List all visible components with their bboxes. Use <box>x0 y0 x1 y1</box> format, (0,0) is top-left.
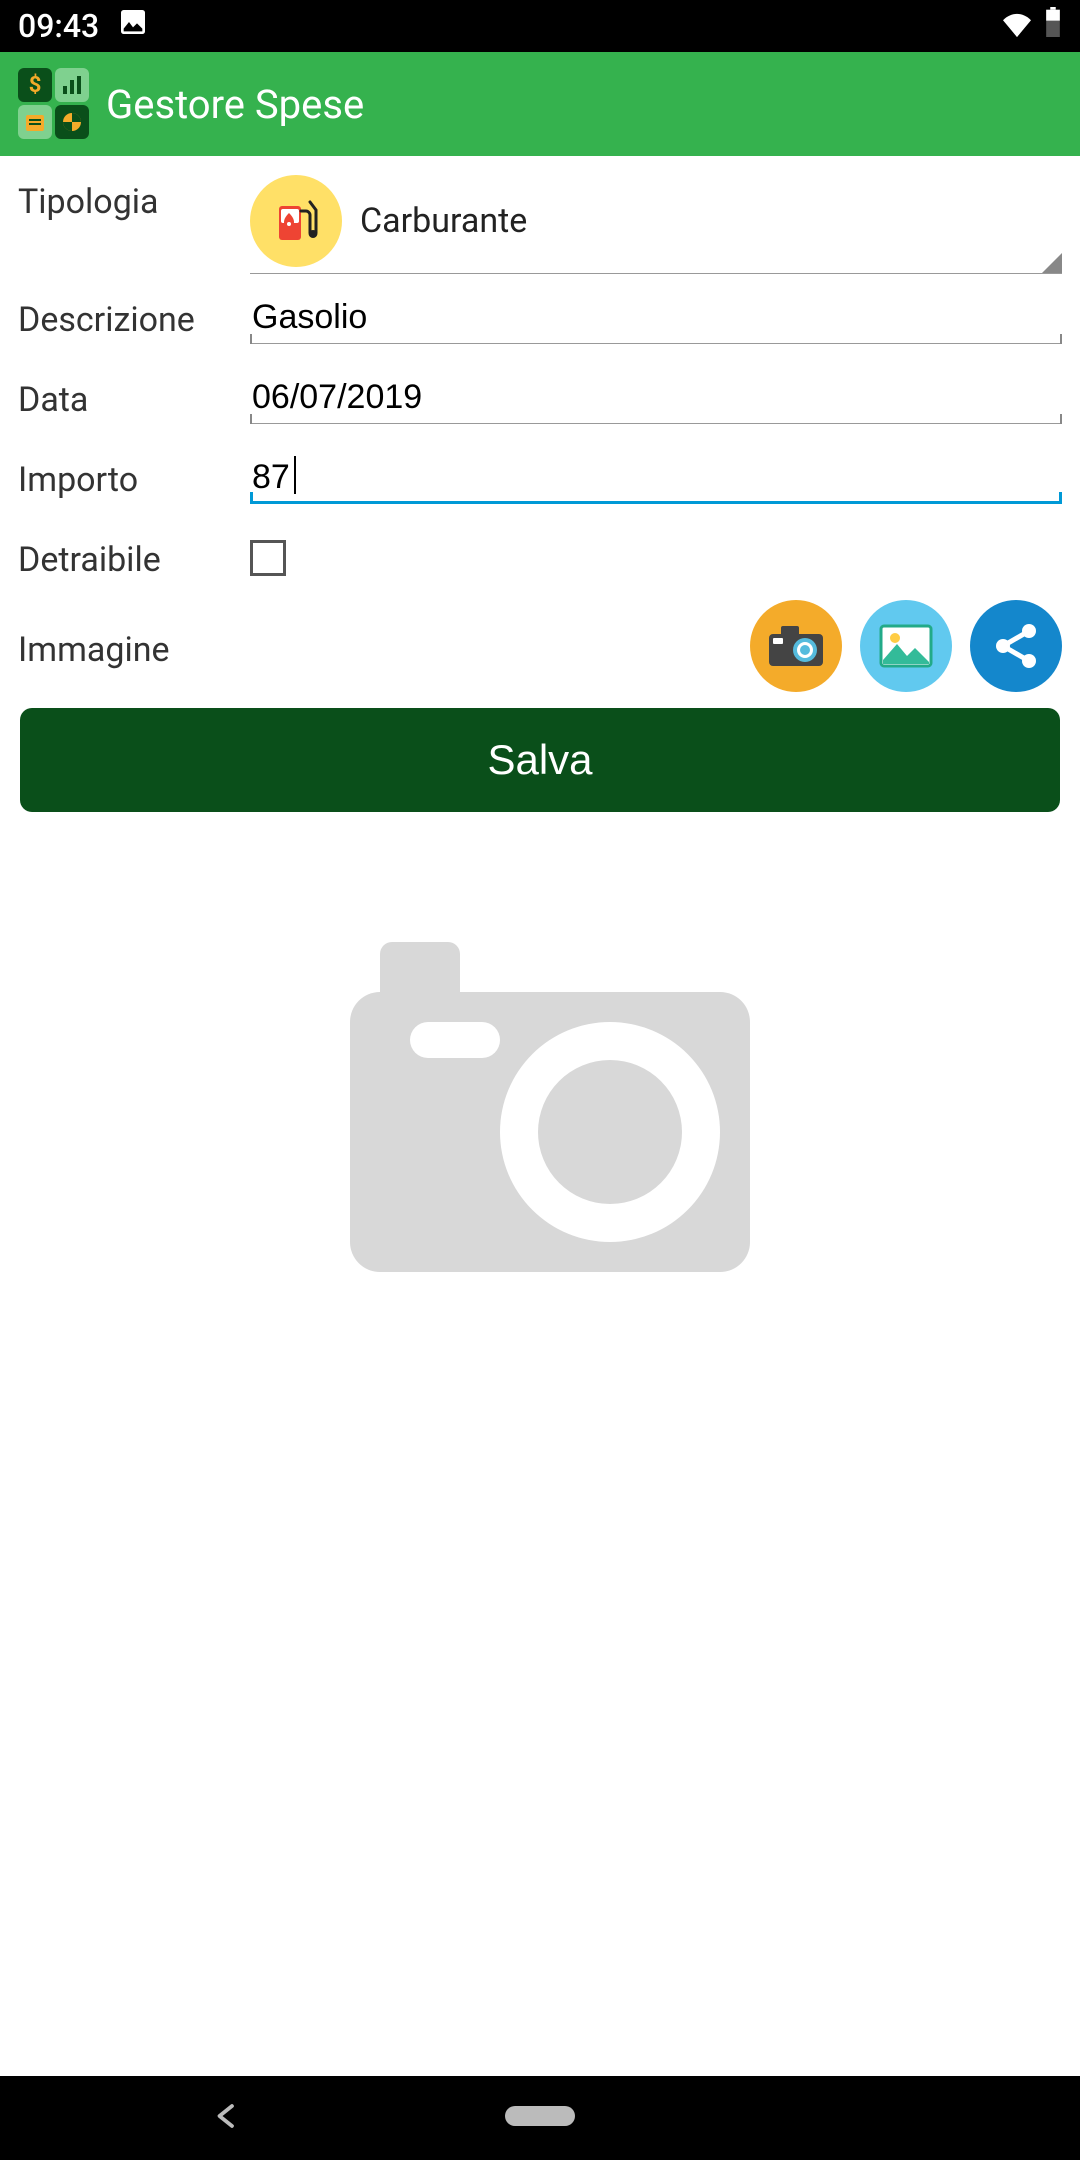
form-content: Tipologia Carburante Descri <box>0 156 1080 2076</box>
share-icon <box>991 621 1041 671</box>
app-icon: $ <box>18 68 90 140</box>
share-button[interactable] <box>970 600 1062 692</box>
app-title: Gestore Spese <box>106 81 364 128</box>
status-time: 09:43 <box>18 7 99 45</box>
status-bar: 09:43 <box>0 0 1080 52</box>
description-label: Descrizione <box>18 292 250 340</box>
gallery-button[interactable] <box>860 600 952 692</box>
camera-button[interactable] <box>750 600 842 692</box>
back-button[interactable] <box>212 2101 242 2135</box>
picture-icon <box>117 6 149 46</box>
navigation-bar <box>0 2076 1080 2160</box>
date-label: Data <box>18 372 250 420</box>
dropdown-indicator-icon <box>1042 253 1062 273</box>
home-button[interactable] <box>505 2106 575 2130</box>
image-label: Immagine <box>18 622 250 670</box>
description-input[interactable] <box>250 292 1062 344</box>
image-placeholder <box>320 922 760 1282</box>
type-select[interactable]: Carburante <box>250 174 1062 274</box>
save-button[interactable]: Salva <box>20 708 1060 812</box>
date-input[interactable] <box>250 372 1062 424</box>
amount-input[interactable] <box>250 452 1062 501</box>
text-cursor <box>294 456 296 494</box>
wifi-icon <box>1000 7 1034 45</box>
deductible-label: Detraibile <box>18 532 250 580</box>
fuel-icon <box>250 175 342 267</box>
type-label: Tipologia <box>18 174 250 222</box>
camera-icon <box>767 624 825 668</box>
gallery-icon <box>879 624 933 668</box>
amount-label: Importo <box>18 452 250 500</box>
deductible-checkbox[interactable] <box>250 540 286 576</box>
type-value: Carburante <box>360 201 527 241</box>
app-bar: $ Gestore Spese <box>0 52 1080 156</box>
battery-icon <box>1044 7 1062 45</box>
